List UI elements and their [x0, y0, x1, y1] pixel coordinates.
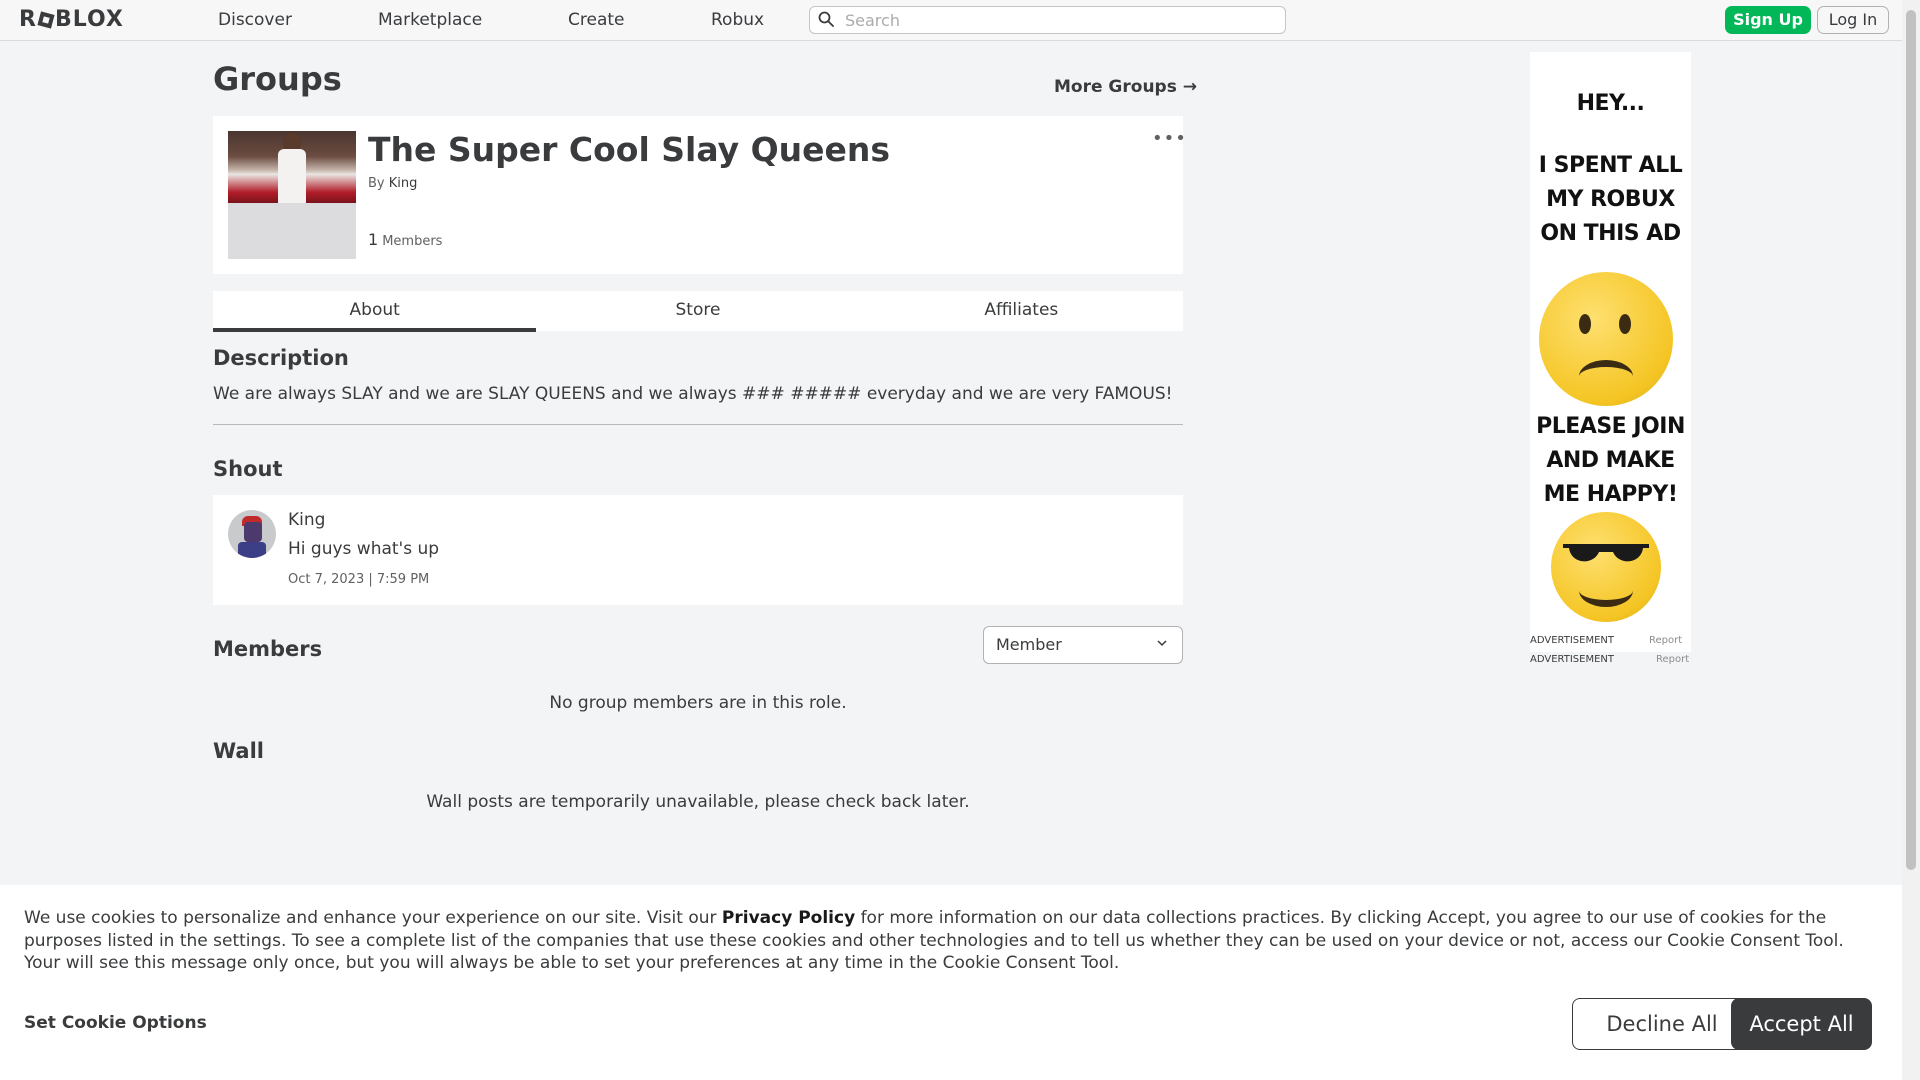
- description-heading: Description: [213, 346, 349, 370]
- ad-text-line: PLEASE JOIN: [1536, 414, 1685, 439]
- page-title: Groups: [213, 60, 342, 98]
- avatar[interactable]: [228, 510, 276, 558]
- members-heading: Members: [213, 637, 323, 661]
- scrollbar-thumb[interactable]: [1906, 10, 1916, 870]
- ad-label: ADVERTISEMENT: [1530, 654, 1615, 665]
- more-options-icon[interactable]: •••: [1152, 128, 1187, 149]
- ad-label: ADVERTISEMENT: [1530, 635, 1615, 646]
- group-tabs: About Store Affiliates: [213, 291, 1183, 332]
- more-groups-link[interactable]: More Groups →: [1054, 77, 1197, 97]
- advertisement-banner[interactable]: HEY... I SPENT ALL MY ROBUX ON THIS AD P…: [1530, 52, 1691, 652]
- wall-unavailable-message: Wall posts are temporarily unavailable, …: [426, 792, 970, 812]
- member-count: 1 Members: [368, 230, 442, 249]
- tab-about[interactable]: About: [213, 291, 537, 332]
- ad-report-link[interactable]: Report: [1649, 635, 1682, 646]
- nav-discover[interactable]: Discover: [218, 10, 292, 30]
- sunglasses-face-icon: [1551, 512, 1661, 622]
- privacy-policy-link[interactable]: Privacy Policy: [722, 908, 855, 928]
- roblox-logo[interactable]: R BLOX: [19, 7, 124, 32]
- ad-text-line: MY ROBUX: [1546, 187, 1675, 212]
- role-dropdown-value: Member: [996, 635, 1062, 654]
- accept-all-button[interactable]: Accept All: [1731, 998, 1872, 1050]
- search-box[interactable]: [809, 6, 1286, 34]
- group-header-card: The Super Cool Slay Queens By King 1 Memb…: [213, 116, 1186, 274]
- cookie-consent-banner: We use cookies to personalize and enhanc…: [0, 885, 1902, 1080]
- tab-store[interactable]: Store: [536, 291, 859, 331]
- page-scrollbar[interactable]: [1902, 0, 1920, 1080]
- by-label: By: [368, 176, 385, 191]
- emblem-photo: [228, 131, 356, 203]
- decline-all-button[interactable]: Decline All: [1572, 998, 1752, 1050]
- group-emblem-image: [228, 131, 356, 259]
- group-owner-line: By King: [368, 176, 417, 191]
- shout-heading: Shout: [213, 457, 283, 481]
- ad-text-line: I SPENT ALL: [1538, 153, 1683, 178]
- ad-text-line: ME HAPPY!: [1543, 482, 1678, 507]
- nav-robux[interactable]: Robux: [711, 10, 764, 30]
- tab-affiliates[interactable]: Affiliates: [860, 291, 1183, 331]
- ad-text-line: AND MAKE: [1546, 448, 1675, 473]
- no-members-message: No group members are in this role.: [549, 693, 847, 713]
- nav-marketplace[interactable]: Marketplace: [378, 10, 482, 30]
- ad-text-line: ON THIS AD: [1540, 221, 1681, 246]
- section-divider: [213, 424, 1183, 425]
- top-navigation: R BLOX Discover Marketplace Create Robux …: [0, 0, 1902, 41]
- ad-report-link[interactable]: Report: [1656, 654, 1689, 665]
- set-cookie-options-link[interactable]: Set Cookie Options: [24, 1013, 207, 1033]
- sign-up-button[interactable]: Sign Up: [1725, 6, 1811, 34]
- search-input[interactable]: [843, 9, 1277, 31]
- shout-username[interactable]: King: [288, 510, 325, 530]
- sad-face-icon: [1539, 272, 1673, 406]
- shout-message: Hi guys what's up: [288, 539, 440, 559]
- group-owner-link[interactable]: King: [389, 176, 418, 191]
- ad-text-line: HEY...: [1576, 91, 1645, 116]
- group-description: We are always SLAY and we are SLAY QUEEN…: [213, 384, 1173, 404]
- nav-create[interactable]: Create: [568, 10, 625, 30]
- cookie-message: We use cookies to personalize and enhanc…: [24, 907, 1880, 975]
- shout-card: King Hi guys what's up Oct 7, 2023 | 7:5…: [213, 495, 1183, 605]
- chevron-down-icon: [1157, 640, 1167, 647]
- member-count-label: Members: [382, 234, 443, 249]
- cookie-text-before: We use cookies to personalize and enhanc…: [24, 908, 722, 928]
- log-in-button[interactable]: Log In: [1817, 6, 1889, 34]
- group-name: The Super Cool Slay Queens: [368, 130, 891, 169]
- member-count-value: 1: [368, 230, 379, 249]
- shout-timestamp: Oct 7, 2023 | 7:59 PM: [288, 572, 430, 587]
- role-dropdown[interactable]: Member: [983, 626, 1183, 664]
- wall-heading: Wall: [213, 739, 264, 763]
- search-icon: [818, 11, 834, 27]
